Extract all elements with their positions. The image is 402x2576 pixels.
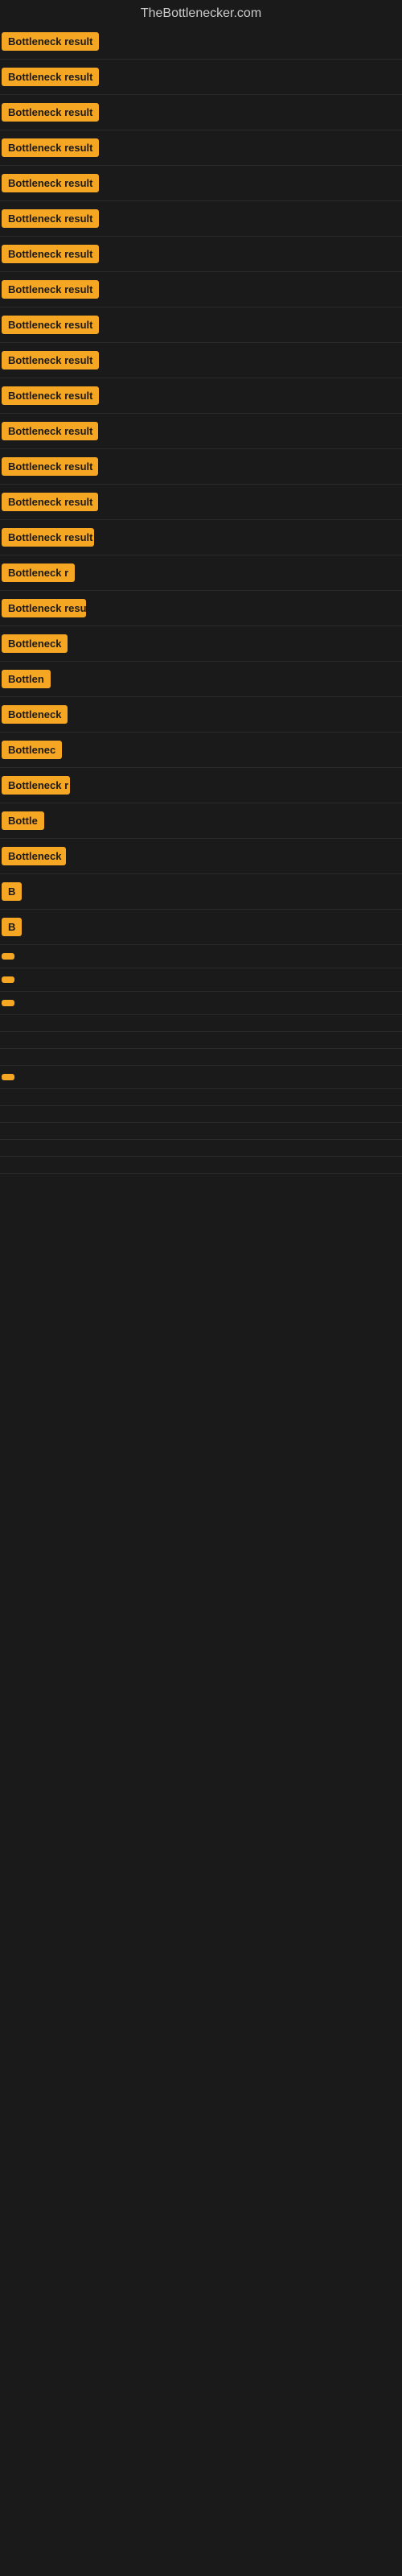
bottleneck-row: Bottle [0, 803, 402, 839]
bottleneck-row: Bottleneck result [0, 343, 402, 378]
bottleneck-row: Bottleneck result [0, 520, 402, 555]
bottleneck-row: Bottleneck result [0, 414, 402, 449]
bottleneck-row: Bottleneck r [0, 1106, 402, 1123]
bottleneck-row: Bottlen [0, 662, 402, 697]
bottleneck-badge[interactable]: Bottleneck r [2, 776, 70, 795]
bottleneck-row [0, 945, 402, 968]
bottleneck-badge[interactable]: B [2, 882, 22, 901]
bottleneck-badge[interactable]: Bottle [2, 811, 44, 830]
bottleneck-badge[interactable]: Bottleneck [2, 847, 66, 865]
bottleneck-row: Bottleneck result [0, 166, 402, 201]
bottleneck-row: Bottleneck result [0, 95, 402, 130]
bottleneck-row: Bottleneck [0, 626, 402, 662]
bottleneck-badge[interactable]: Bottleneck result [2, 32, 99, 51]
bottleneck-row [0, 1066, 402, 1089]
site-title: TheBottlenecker.com [0, 0, 402, 24]
bottleneck-row [0, 992, 402, 1015]
bottleneck-row [0, 1123, 402, 1140]
bottleneck-badge[interactable] [2, 976, 14, 983]
bottleneck-badge[interactable]: Bottleneck result [2, 209, 99, 228]
bottleneck-row [0, 1015, 402, 1032]
bottleneck-badge[interactable]: Bottleneck result [2, 138, 99, 157]
bottleneck-row: Bottleneck result [0, 201, 402, 237]
bottleneck-row: Bottleneck [0, 697, 402, 733]
page-container: TheBottlenecker.com Bottleneck resultBot… [0, 0, 402, 1174]
bottleneck-row: Bottleneck result [0, 24, 402, 60]
bottleneck-row [0, 1140, 402, 1157]
bottleneck-row: Bo [0, 1049, 402, 1066]
bottleneck-badge[interactable]: Bottleneck [2, 634, 68, 653]
bottleneck-badge[interactable]: Bottleneck result [2, 386, 99, 405]
bottleneck-row: B [0, 910, 402, 945]
bottleneck-badge[interactable]: B [2, 918, 22, 936]
bottleneck-row: Bottleneck result [0, 485, 402, 520]
bottleneck-badge[interactable]: Bottleneck result [2, 457, 98, 476]
bottleneck-badge[interactable]: Bottleneck result [2, 493, 98, 511]
bottleneck-row: Bottleneck result [0, 378, 402, 414]
bottleneck-row: Bottleneck resu [0, 591, 402, 626]
bottleneck-badge[interactable] [2, 1000, 14, 1006]
bottleneck-row [0, 1032, 402, 1049]
bottleneck-row: Bottleneck r [0, 768, 402, 803]
bottleneck-badge[interactable]: Bottleneck result [2, 245, 99, 263]
bottleneck-badge[interactable]: Bottlen [2, 670, 51, 688]
bottleneck-row: Bottleneck result [0, 272, 402, 308]
bottleneck-badge[interactable]: Bottleneck result [2, 351, 99, 369]
bottleneck-row: Bottleneck result [0, 130, 402, 166]
bottleneck-badge[interactable]: Bottleneck result [2, 528, 94, 547]
bottleneck-row: Bottleneck r [0, 555, 402, 591]
bottleneck-row: Bottleneck result [0, 449, 402, 485]
bottleneck-row: Bottleneck result [0, 60, 402, 95]
bottleneck-row [0, 968, 402, 992]
bottleneck-badge[interactable]: Bottleneck result [2, 103, 99, 122]
bottleneck-badge[interactable]: Bottleneck r [2, 564, 75, 582]
bottleneck-badge[interactable]: Bottleneck result [2, 280, 99, 299]
bottleneck-row: Bottleneck result [0, 308, 402, 343]
bottleneck-badge[interactable]: Bottleneck result [2, 174, 99, 192]
bottleneck-row: B [0, 874, 402, 910]
bottleneck-row [0, 1089, 402, 1106]
bottleneck-badge[interactable]: Bottlenec [2, 741, 62, 759]
bottleneck-row: Bottleneck result [0, 237, 402, 272]
bottleneck-badge[interactable]: Bottleneck [2, 705, 68, 724]
bottleneck-row: Bottleneck [0, 839, 402, 874]
bottleneck-row: Bottlenec [0, 733, 402, 768]
bottleneck-badge[interactable]: Bottleneck resu [2, 599, 86, 617]
bottleneck-badge[interactable] [2, 1074, 14, 1080]
rows-container: Bottleneck result Bottleneck result Bottle… [0, 24, 402, 1174]
bottleneck-badge[interactable]: Bottleneck result [2, 422, 98, 440]
bottleneck-badge[interactable]: Bottleneck result [2, 316, 99, 334]
bottleneck-badge[interactable]: Bottleneck result [2, 68, 99, 86]
bottleneck-row [0, 1157, 402, 1174]
bottleneck-badge[interactable] [2, 953, 14, 960]
